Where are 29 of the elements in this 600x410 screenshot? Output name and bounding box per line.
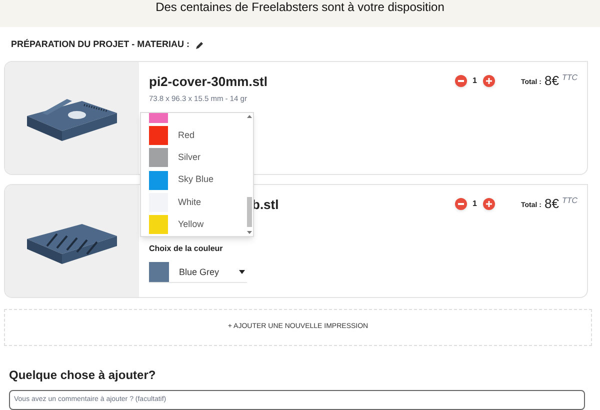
total-price: 8€ (544, 196, 559, 210)
banner-headline: Des centaines de Freelabsters sont à votre disposition (156, 1, 444, 13)
comment-title: Quelque chose à ajouter? (9, 366, 157, 384)
increase-button[interactable] (483, 75, 495, 88)
quantity-value: 1 (472, 75, 477, 88)
plus-icon (486, 78, 492, 84)
color-option[interactable]: Silver (141, 146, 246, 169)
minus-icon (458, 80, 464, 82)
caret-icon (239, 270, 245, 274)
color-label: Choix de la couleur (149, 242, 224, 255)
scroll-up-icon[interactable] (247, 114, 252, 118)
tax-label: TTC (562, 74, 578, 82)
color-option[interactable]: Yellow (141, 214, 246, 236)
tax-label: TTC (562, 196, 578, 205)
color-option[interactable]: Sky Blue (141, 168, 246, 192)
decrease-button[interactable] (454, 198, 467, 210)
color-option[interactable]: Red (141, 124, 246, 147)
decrease-button[interactable] (454, 75, 467, 88)
plus-icon (486, 201, 492, 208)
total-price: 8€ (544, 74, 559, 87)
section-title: PRÉPARATION DU PROJET - MATERIAU : (11, 38, 190, 52)
increase-button[interactable] (483, 198, 495, 210)
color-select[interactable]: Blue Grey (149, 262, 247, 283)
file-name: pi2-cover-30mm.stl (149, 72, 268, 91)
pencil-icon (196, 42, 203, 49)
minus-icon (458, 203, 464, 206)
scroll-down-icon[interactable] (247, 230, 252, 234)
color-option[interactable]: White (141, 191, 246, 214)
quantity-value: 1 (472, 198, 477, 210)
